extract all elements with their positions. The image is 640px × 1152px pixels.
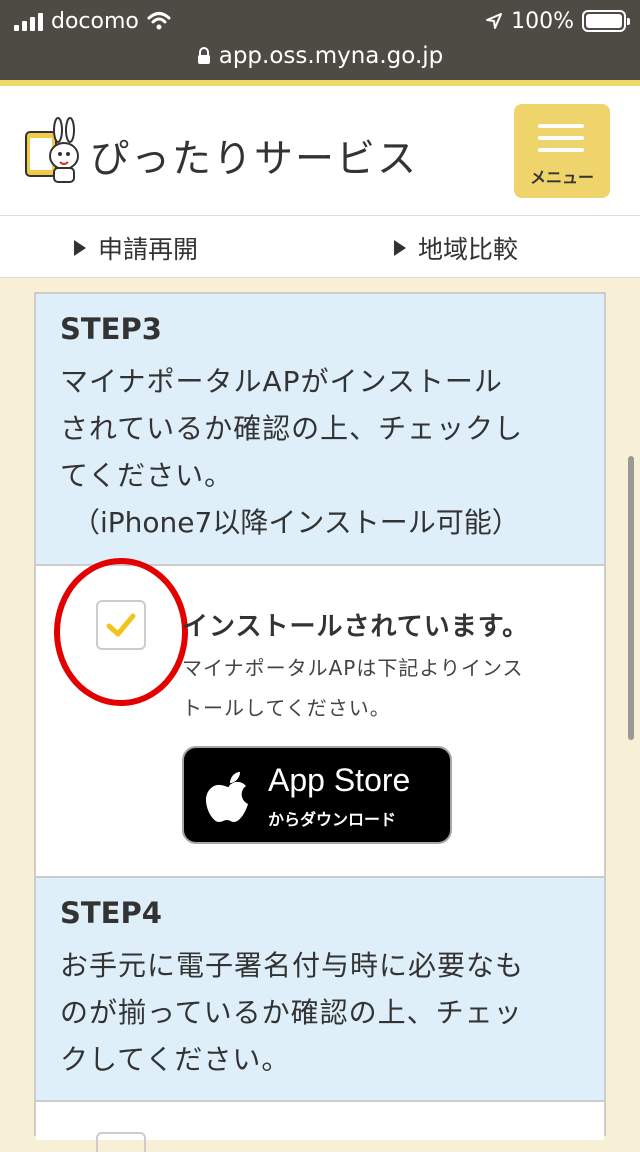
lock-icon xyxy=(197,47,210,64)
site-title[interactable]: ぴったりサービス xyxy=(90,128,418,184)
install-note-line: トールしてください。 xyxy=(182,696,391,720)
step3-desc-line: マイナポータルAPがインストール xyxy=(60,365,503,398)
app-store-big-text: App Store xyxy=(268,762,411,798)
app-store-small-text: からダウンロード xyxy=(268,810,397,829)
signal-icon xyxy=(14,11,43,31)
nav-link-resume[interactable]: 申請再開 xyxy=(74,230,198,266)
app-store-button[interactable]: App Store からダウンロード xyxy=(182,746,452,844)
battery-icon xyxy=(582,10,630,32)
step4-desc-line: のが揃っているか確認の上、チェッ xyxy=(60,996,523,1029)
battery-area: 100% xyxy=(485,8,630,34)
apple-icon xyxy=(206,772,248,822)
nav-link-region-compare[interactable]: 地域比較 xyxy=(394,230,518,266)
steps-panel: STEP3 マイナポータルAPがインストール されているか確認の上、チェックし … xyxy=(34,292,606,1152)
step4-checkbox[interactable] xyxy=(96,1132,146,1152)
install-note: マイナポータルAPは下記よりインス トールしてください。 xyxy=(182,648,592,728)
step4-title: STEP4 xyxy=(60,896,162,930)
url-bar[interactable]: app.oss.myna.go.jp xyxy=(0,36,640,76)
step3-desc-line: されているか確認の上、チェックし xyxy=(60,412,524,445)
wifi-icon xyxy=(147,12,171,30)
step4-desc-line: クしてください。 xyxy=(60,1043,291,1076)
step3-title: STEP3 xyxy=(60,312,162,346)
step4-desc-line: お手元に電子署名付与時に必要なも xyxy=(60,949,525,982)
step3-desc-line: てください。 xyxy=(60,459,234,492)
carrier-name: docomo xyxy=(51,8,139,34)
sub-navigation: 申請再開 地域比較 xyxy=(0,216,640,278)
nav-link-resume-label: 申請再開 xyxy=(98,235,199,264)
url-text: app.oss.myna.go.jp xyxy=(218,43,444,69)
triangle-right-icon xyxy=(74,240,86,256)
scrollbar[interactable] xyxy=(628,456,634,740)
status-bar: docomo 100% app.oss.myna.go.jp xyxy=(0,0,640,84)
step3-header: STEP3 マイナポータルAPがインストール されているか確認の上、チェックし … xyxy=(36,292,604,564)
location-arrow-icon xyxy=(486,13,503,29)
step4-checkbox-area xyxy=(36,1100,604,1152)
highlight-circle xyxy=(54,558,188,706)
menu-button[interactable]: メニュー xyxy=(514,104,610,198)
step3-note: （iPhone7以降インストール可能） xyxy=(72,506,520,539)
battery-percent: 100% xyxy=(511,8,574,34)
checkbox-label[interactable]: インストールされています。 xyxy=(182,606,529,643)
site-header: ぴったりサービス メニュー xyxy=(0,86,640,216)
menu-label: メニュー xyxy=(529,168,594,187)
triangle-right-icon xyxy=(394,240,406,256)
mynaportal-mascot-logo[interactable] xyxy=(24,116,84,186)
install-note-line: マイナポータルAPは下記よりインス xyxy=(182,656,524,680)
step4-header: STEP4 お手元に電子署名付与時に必要なも のが揃っているか確認の上、チェッ … xyxy=(36,876,604,1100)
carrier-area: docomo xyxy=(14,8,171,34)
nav-link-region-compare-label: 地域比較 xyxy=(418,235,519,264)
step3-checkbox-area: インストールされています。 マイナポータルAPは下記よりインス トールしてくださ… xyxy=(36,558,604,876)
